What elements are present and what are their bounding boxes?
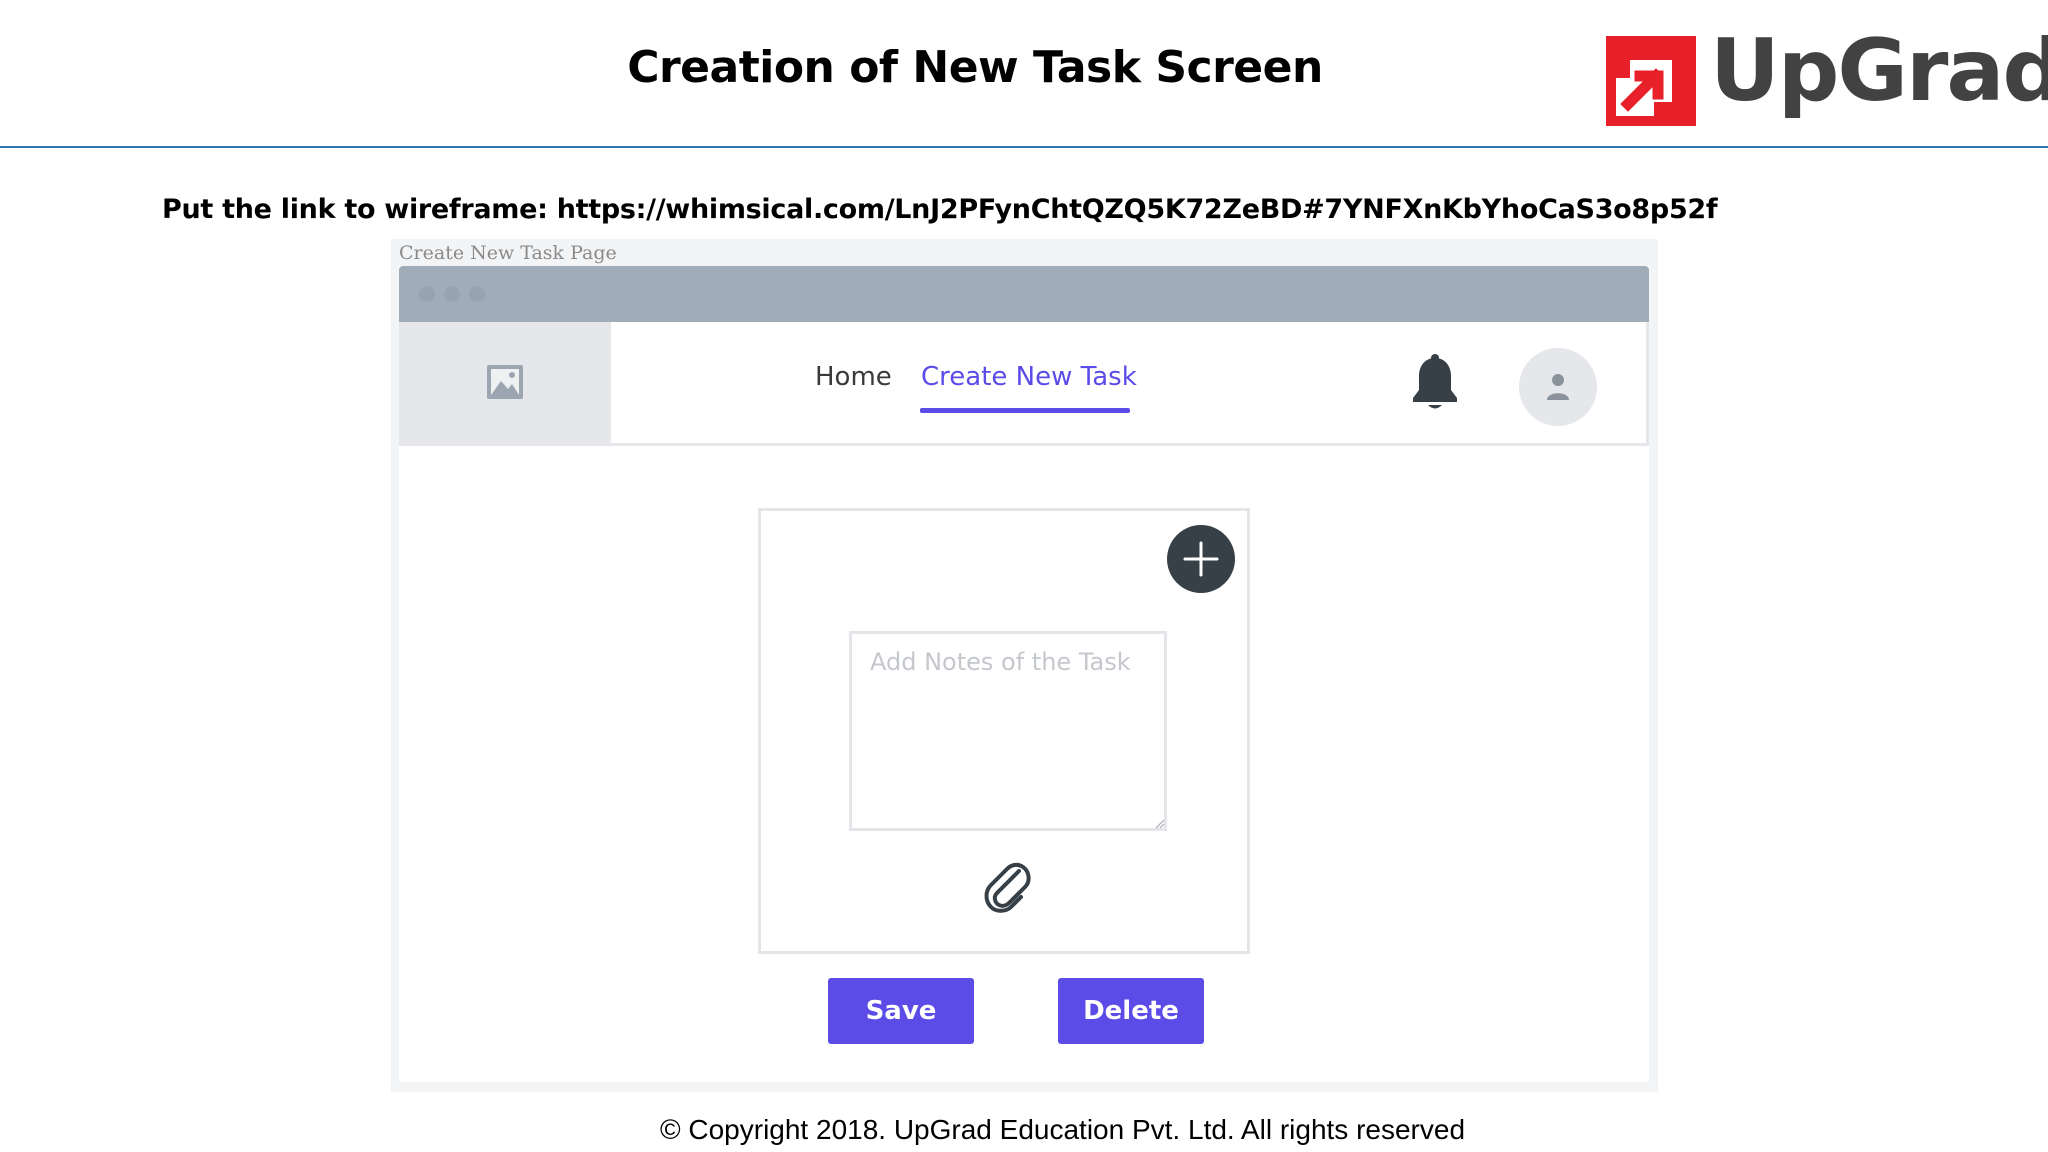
header-divider	[0, 146, 2048, 148]
copyright-footer: © Copyright 2018. UpGrad Education Pvt. …	[659, 1114, 1466, 1145]
upgrad-logo: UpGrad	[1606, 28, 2048, 126]
browser-title-bar	[399, 266, 1649, 322]
top-navbar: Home Create New Task	[399, 322, 1649, 446]
window-dot-icon	[444, 286, 460, 302]
window-dot-icon	[419, 286, 435, 302]
plus-icon	[1183, 541, 1219, 577]
save-button[interactable]: Save	[828, 978, 974, 1044]
add-task-button[interactable]	[1167, 525, 1235, 593]
resize-grip-icon[interactable]	[1153, 817, 1165, 829]
delete-button[interactable]: Delete	[1058, 978, 1204, 1044]
image-icon	[487, 365, 523, 399]
nav-create-new-task-tab[interactable]: Create New Task	[921, 362, 1137, 392]
user-icon	[1547, 374, 1569, 400]
active-tab-indicator	[920, 408, 1130, 413]
user-avatar[interactable]	[1519, 348, 1597, 426]
wireframe-link-text: Put the link to wireframe: https://whims…	[162, 194, 1718, 225]
paperclip-icon[interactable]	[981, 857, 1033, 913]
task-notes-textarea[interactable]	[849, 631, 1167, 831]
window-dot-icon	[469, 286, 485, 302]
bell-icon[interactable]	[1409, 354, 1461, 412]
app-logo-placeholder[interactable]	[399, 322, 611, 443]
nav-home-link[interactable]: Home	[815, 362, 892, 392]
upgrad-logo-text: UpGrad	[1710, 21, 2048, 121]
task-card	[758, 508, 1250, 954]
upgrad-logo-mark-icon	[1606, 36, 1696, 126]
browser-window: Home Create New Task Save D	[399, 266, 1649, 1082]
wireframe-caption: Create New Task Page	[399, 242, 617, 264]
